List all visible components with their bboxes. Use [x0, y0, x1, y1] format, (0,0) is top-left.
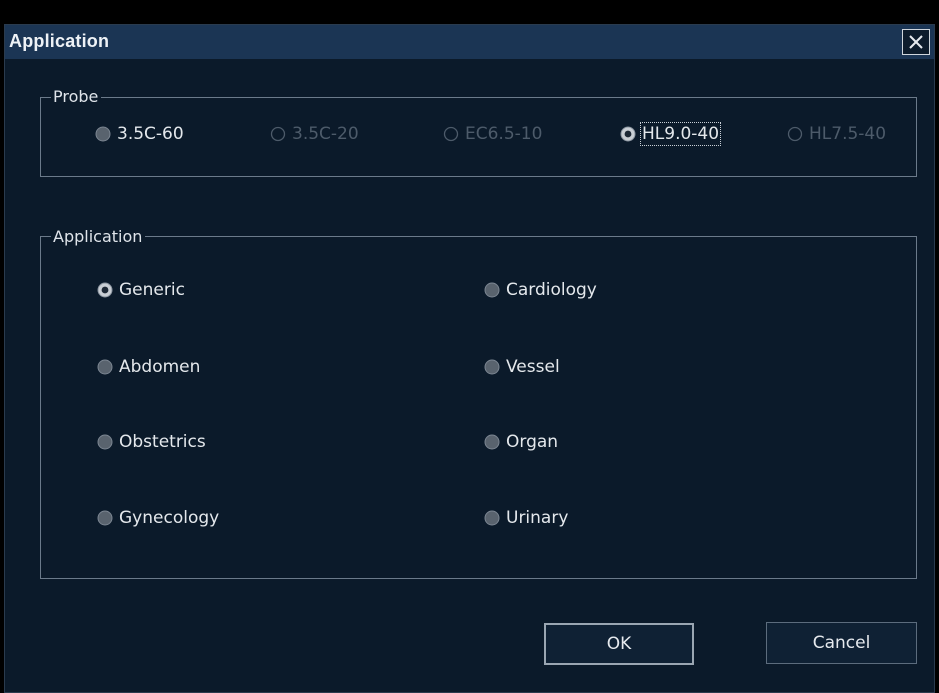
- close-button[interactable]: [902, 29, 930, 55]
- radio-unselected-icon: [97, 359, 113, 375]
- probe-option-label: 3.5C-60: [117, 124, 184, 144]
- radio-unselected-icon: [97, 434, 113, 450]
- radio-selected-icon: [97, 282, 113, 298]
- probe-option-label: 3.5C-20: [292, 124, 359, 144]
- close-icon: [909, 35, 923, 49]
- probe-option-label: HL9.0-40: [639, 122, 722, 146]
- radio-disabled-icon: [787, 126, 803, 142]
- application-option-label: Vessel: [506, 357, 560, 377]
- application-option-label: Organ: [506, 432, 559, 452]
- radio-unselected-icon: [97, 510, 113, 526]
- application-dialog: Application Probe 3.5C-60 3.5C-20 EC6.5-…: [4, 24, 935, 693]
- cancel-button[interactable]: Cancel: [766, 622, 917, 664]
- application-option-label: Urinary: [506, 508, 569, 528]
- radio-disabled-icon: [443, 126, 459, 142]
- radio-unselected-icon: [95, 126, 111, 142]
- application-option-label: Cardiology: [506, 280, 597, 300]
- radio-unselected-icon: [484, 510, 500, 526]
- radio-unselected-icon: [484, 434, 500, 450]
- dialog-title: Application: [9, 31, 110, 51]
- probe-option-label: HL7.5-40: [809, 124, 887, 144]
- application-option-label: Abdomen: [119, 357, 201, 377]
- radio-unselected-icon: [484, 359, 500, 375]
- application-option-label: Obstetrics: [119, 432, 206, 452]
- title-bar[interactable]: Application: [5, 25, 934, 59]
- radio-unselected-icon: [484, 282, 500, 298]
- probe-option-label: EC6.5-10: [465, 124, 543, 144]
- radio-selected-icon: [620, 126, 636, 142]
- ok-button[interactable]: OK: [544, 623, 694, 665]
- application-group-label: Application: [51, 228, 146, 246]
- application-option-label: Generic: [119, 280, 185, 300]
- radio-disabled-icon: [270, 126, 286, 142]
- application-option-label: Gynecology: [119, 508, 220, 528]
- probe-group-label: Probe: [51, 88, 102, 106]
